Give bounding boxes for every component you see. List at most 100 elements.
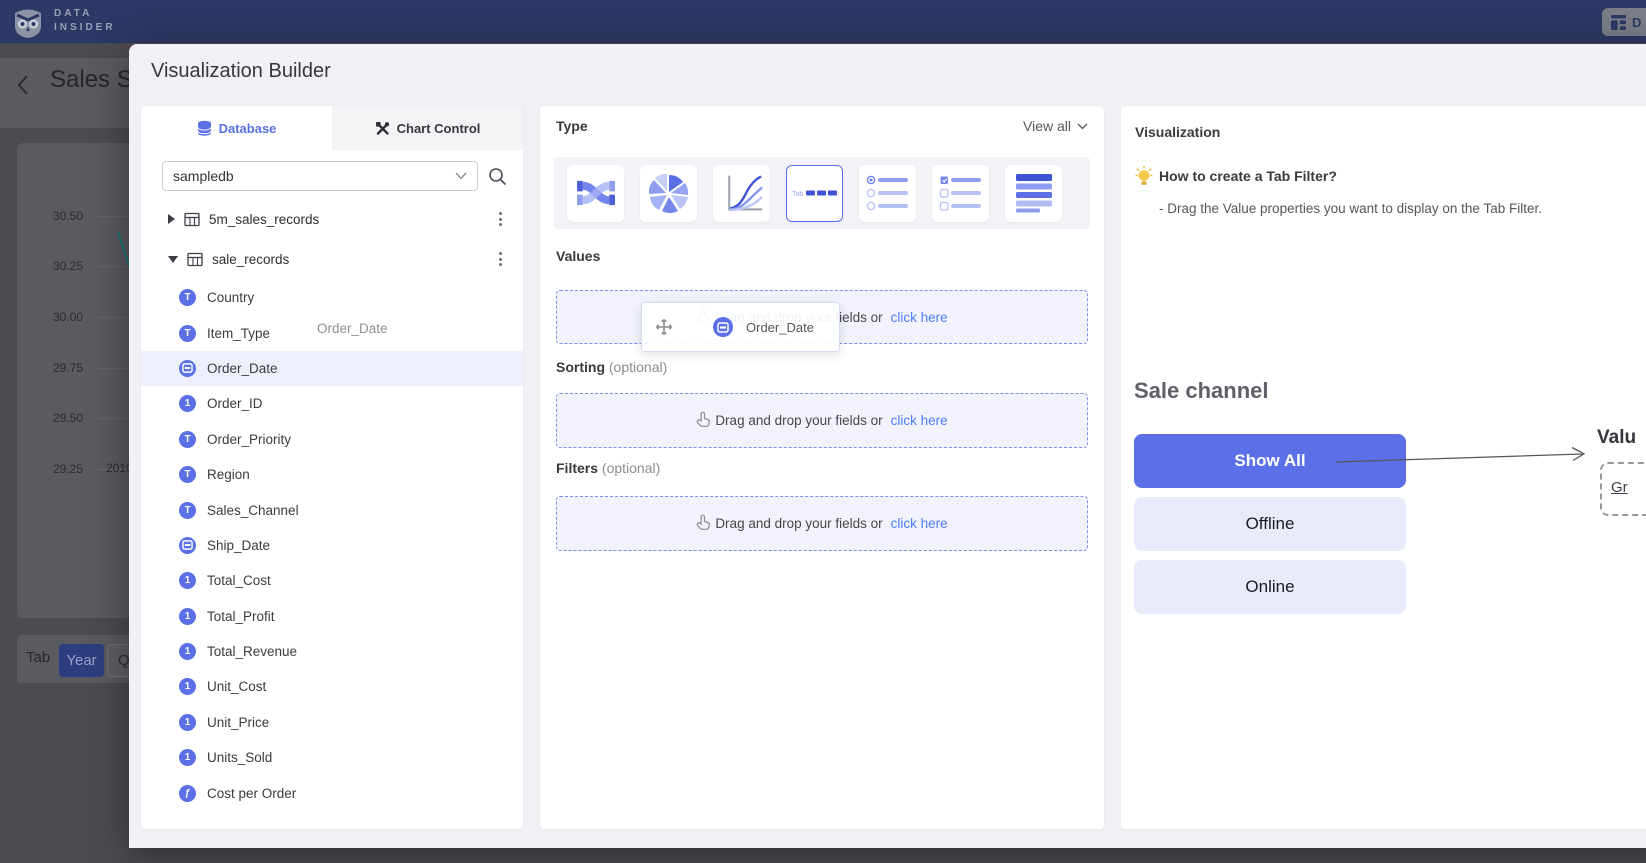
sorting-heading: Sorting (optional): [556, 359, 667, 375]
background-chart-card: 30.5030.2530.0029.7529.5029.25 2010: [17, 143, 139, 618]
field-list: TCountryTItem_TypeOrder_Date1Order_IDTOr…: [141, 280, 523, 811]
field-row-total-profit[interactable]: 1 Total_Profit: [141, 599, 523, 634]
table-icon: [184, 212, 200, 227]
field-label: Unit_Price: [207, 715, 269, 730]
brand-name: DATA INSIDER: [54, 7, 116, 35]
top-app-bar: DATA INSIDER D: [0, 0, 1646, 43]
field-row-ship-date[interactable]: Ship_Date: [141, 528, 523, 563]
drag-ghost-label: Order_Date: [317, 321, 388, 336]
number-icon: 1: [179, 572, 196, 589]
date-icon: [713, 317, 733, 337]
filters-click-here-link[interactable]: click here: [891, 516, 948, 531]
table-menu-kebab-icon[interactable]: [491, 249, 509, 269]
tab-chart-control[interactable]: Chart Control: [332, 106, 523, 150]
screen: Sales Sa 30.5030.2530.0029.7529.5029.25 …: [0, 0, 1646, 863]
y-axis-tick: 29.50: [31, 411, 83, 425]
field-label: Order_Date: [207, 361, 278, 376]
move-icon: [655, 318, 673, 336]
annotation-group-box[interactable]: Gr: [1600, 462, 1646, 516]
tools-icon: [375, 121, 390, 136]
sorting-dropzone[interactable]: Drag and drop your fields or click here: [556, 393, 1088, 448]
visualization-panel: Visualization How to create a Tab Filter…: [1121, 106, 1646, 829]
text-icon: T: [179, 502, 196, 519]
field-label: Unit_Cost: [207, 679, 266, 694]
database-icon: [197, 120, 212, 137]
table-row-5m-sales-records[interactable]: 5m_sales_records: [141, 201, 523, 237]
field-row-cost-per-order[interactable]: ƒCost per Order: [141, 775, 523, 810]
number-icon: 1: [179, 714, 196, 731]
field-label: Total_Cost: [207, 573, 271, 588]
visualization-builder-modal: Visualization Builder Database: [129, 44, 1646, 848]
y-axis-tick: 29.25: [31, 462, 83, 476]
year-button[interactable]: Year: [59, 644, 104, 677]
y-axis-tick: 30.00: [31, 310, 83, 324]
chevron-down-icon: [1077, 123, 1088, 130]
field-row-order-id[interactable]: 1Order_ID: [141, 386, 523, 421]
chart-type-strip: Tab: [554, 157, 1090, 229]
field-row-sales-channel[interactable]: T Sales_Channel: [141, 492, 523, 527]
sorting-click-here-link[interactable]: click here: [891, 413, 948, 428]
chevron-down-icon: [455, 172, 467, 180]
number-icon: 1: [179, 395, 196, 412]
field-row-total-revenue[interactable]: 1Total_Revenue: [141, 634, 523, 669]
back-button[interactable]: [14, 73, 32, 102]
hand-pointer-icon: [696, 411, 710, 430]
chart-type-data-table-icon[interactable]: [1005, 165, 1062, 222]
preview-title: Sale channel: [1134, 378, 1269, 404]
search-icon[interactable]: [488, 167, 507, 186]
text-icon: T: [179, 325, 196, 342]
modal-title: Visualization Builder: [151, 60, 331, 83]
field-label: Ship_Date: [207, 538, 270, 553]
date-icon: [179, 360, 196, 377]
chart-type-line-icon[interactable]: [713, 165, 770, 222]
field-label: Total_Profit: [207, 609, 275, 624]
lightbulb-icon: [1134, 165, 1154, 189]
dragged-field-chip[interactable]: Order_Date: [641, 302, 840, 352]
values-click-here-link[interactable]: click here: [891, 310, 948, 325]
field-row-order-priority[interactable]: TOrder_Priority: [141, 422, 523, 457]
tip-title: How to create a Tab Filter?: [1159, 168, 1337, 184]
chart-type-sankey-icon[interactable]: [567, 165, 624, 222]
view-all-link[interactable]: View all: [1023, 118, 1088, 134]
filters-dropzone[interactable]: Drag and drop your fields or click here: [556, 496, 1088, 551]
field-row-unit-cost[interactable]: 1Unit_Cost: [141, 669, 523, 704]
field-row-unit-price[interactable]: 1 Unit_Price: [141, 705, 523, 740]
y-axis-tick: 30.50: [31, 209, 83, 223]
chart-type-radio-list-icon[interactable]: [859, 165, 916, 222]
annotation-arrow: [1326, 444, 1616, 470]
filters-heading: Filters (optional): [556, 460, 660, 476]
field-label: Cost per Order: [207, 786, 296, 801]
field-label: Order_Priority: [207, 432, 291, 447]
chart-type-tab-filter-icon[interactable]: Tab: [786, 165, 843, 222]
chevron-left-icon: [14, 73, 32, 97]
svg-text:Tab: Tab: [792, 191, 803, 198]
tip-body: - Drag the Value properties you want to …: [1159, 201, 1542, 216]
number-icon: 1: [179, 749, 196, 766]
tab-database[interactable]: Database: [141, 106, 332, 150]
field-label: Item_Type: [207, 326, 270, 341]
field-row-order-date[interactable]: Order_Date: [141, 351, 523, 386]
preview-tab-offline[interactable]: Offline: [1134, 497, 1406, 551]
y-axis-tick: 30.25: [31, 259, 83, 273]
annotation-group-link[interactable]: Gr: [1611, 479, 1628, 496]
chip-label: Order_Date: [746, 320, 814, 335]
field-row-region[interactable]: TRegion: [141, 457, 523, 492]
field-row-country[interactable]: TCountry: [141, 280, 523, 315]
datasource-select[interactable]: sampledb: [162, 161, 478, 191]
text-icon: T: [179, 466, 196, 483]
dashboard-nav-button[interactable]: D: [1602, 8, 1646, 36]
type-panel: Type View all Tab Values Drag and drop y…: [540, 106, 1104, 829]
number-icon: 1: [179, 608, 196, 625]
field-label: Units_Sold: [207, 750, 272, 765]
collapse-arrow-icon[interactable]: [168, 256, 178, 263]
table-menu-kebab-icon[interactable]: [491, 209, 509, 229]
dashboard-icon: [1611, 15, 1626, 30]
field-label: Sales_Channel: [207, 503, 299, 518]
preview-tab-online[interactable]: Online: [1134, 560, 1406, 614]
chart-type-pie-icon[interactable]: [640, 165, 697, 222]
field-row-total-cost[interactable]: 1 Total_Cost: [141, 563, 523, 598]
field-row-units-sold[interactable]: 1 Units_Sold: [141, 740, 523, 775]
table-row-sale-records[interactable]: sale_records: [141, 241, 523, 277]
expand-arrow-icon[interactable]: [168, 214, 175, 224]
chart-type-checkbox-list-icon[interactable]: [932, 165, 989, 222]
